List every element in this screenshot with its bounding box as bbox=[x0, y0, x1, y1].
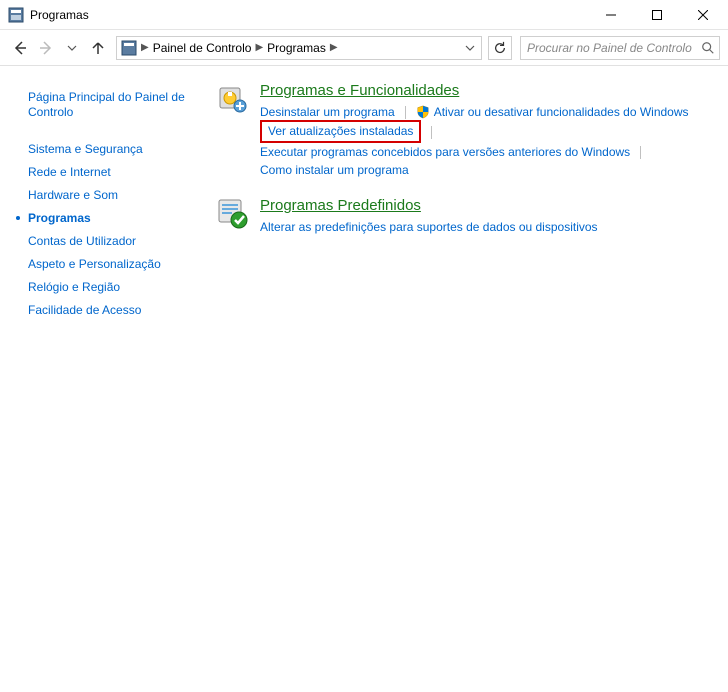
task-separator bbox=[405, 106, 406, 119]
task-windows-features[interactable]: Ativar ou desativar funcionalidades do W… bbox=[434, 103, 689, 121]
section-default-programs: Programas Predefinidos Alterar as predef… bbox=[216, 197, 712, 236]
task-compat[interactable]: Executar programas concebidos para versõ… bbox=[260, 143, 630, 161]
sidebar-item-accounts[interactable]: Contas de Utilizador bbox=[28, 230, 196, 253]
address-dropdown[interactable] bbox=[461, 43, 479, 53]
crumb-sep-icon[interactable]: ▶ bbox=[330, 42, 338, 53]
up-button[interactable] bbox=[86, 36, 110, 60]
nav-toolbar: ▶ Painel de Controlo ▶ Programas ▶ bbox=[0, 30, 728, 66]
address-bar[interactable]: ▶ Painel de Controlo ▶ Programas ▶ bbox=[116, 36, 482, 60]
refresh-button[interactable] bbox=[488, 36, 512, 60]
sidebar-item-hardware[interactable]: Hardware e Som bbox=[28, 184, 196, 207]
sidebar-item-system[interactable]: Sistema e Segurança bbox=[28, 138, 196, 161]
section-programs-features: Programas e Funcionalidades Desinstalar … bbox=[216, 82, 712, 179]
sidebar: Página Principal do Painel de Controlo S… bbox=[8, 82, 208, 322]
control-panel-icon bbox=[121, 40, 137, 56]
sidebar-item-programs[interactable]: Programas bbox=[28, 207, 196, 230]
content-area: Página Principal do Painel de Controlo S… bbox=[0, 66, 728, 330]
search-box[interactable] bbox=[520, 36, 720, 60]
main-panel: Programas e Funcionalidades Desinstalar … bbox=[208, 82, 720, 322]
window-controls bbox=[588, 0, 726, 30]
section-title-defaults[interactable]: Programas Predefinidos bbox=[260, 197, 712, 214]
breadcrumb-item[interactable]: Programas bbox=[267, 41, 326, 55]
section-title-programs[interactable]: Programas e Funcionalidades bbox=[260, 82, 712, 99]
sidebar-item-network[interactable]: Rede e Internet bbox=[28, 161, 196, 184]
crumb-sep-icon[interactable]: ▶ bbox=[141, 42, 149, 53]
task-separator bbox=[431, 126, 432, 139]
task-separator bbox=[640, 146, 641, 159]
default-programs-icon bbox=[216, 197, 248, 229]
task-howto-install[interactable]: Como instalar um programa bbox=[260, 161, 409, 179]
app-icon bbox=[8, 7, 24, 23]
task-change-defaults[interactable]: Alterar as predefinições para suportes d… bbox=[260, 218, 598, 236]
task-view-updates[interactable]: Ver atualizações instaladas bbox=[268, 124, 413, 138]
forward-button[interactable] bbox=[34, 36, 58, 60]
crumb-sep-icon[interactable]: ▶ bbox=[255, 42, 263, 53]
back-button[interactable] bbox=[8, 36, 32, 60]
maximize-button[interactable] bbox=[634, 0, 680, 30]
breadcrumb-item[interactable]: Painel de Controlo bbox=[153, 41, 252, 55]
sidebar-home[interactable]: Página Principal do Painel de Controlo bbox=[28, 86, 196, 124]
highlight-annotation: Ver atualizações instaladas bbox=[260, 120, 421, 143]
search-input[interactable] bbox=[525, 40, 701, 56]
window-title: Programas bbox=[30, 8, 588, 22]
sidebar-item-ease[interactable]: Facilidade de Acesso bbox=[28, 299, 196, 322]
titlebar: Programas bbox=[0, 0, 728, 30]
sidebar-item-clock[interactable]: Relógio e Região bbox=[28, 276, 196, 299]
programs-features-icon bbox=[216, 82, 248, 114]
minimize-button[interactable] bbox=[588, 0, 634, 30]
search-icon[interactable] bbox=[701, 41, 715, 55]
history-dropdown[interactable] bbox=[60, 36, 84, 60]
task-uninstall[interactable]: Desinstalar um programa bbox=[260, 103, 395, 121]
sidebar-item-appearance[interactable]: Aspeto e Personalização bbox=[28, 253, 196, 276]
shield-icon bbox=[416, 105, 430, 119]
close-button[interactable] bbox=[680, 0, 726, 30]
